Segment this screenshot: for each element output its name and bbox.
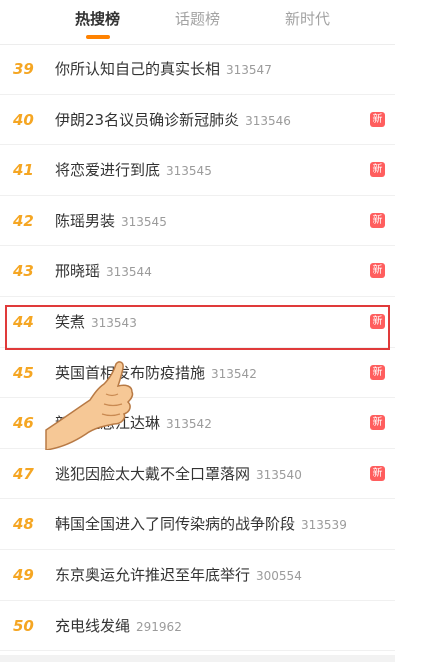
item-title-text: 韩国全国进入了同传染病的战争阶段 — [55, 515, 296, 534]
list-item[interactable]: 41 将恋爱进行到底 313545 新 — [0, 145, 395, 196]
item-title: 东京奥运允许推迟至年底举行 300554 — [55, 550, 302, 601]
tab-topics[interactable]: 话题榜 — [175, 8, 220, 29]
item-title: 充电线发绳 291962 — [55, 601, 182, 652]
heat-count: 300554 — [256, 568, 302, 583]
list-item[interactable]: 46 新黛拉怼江达琳 313542 新 — [0, 398, 395, 449]
item-title: 逃犯因脸太大戴不全口罩落网 313540 — [55, 449, 302, 500]
heat-count: 313545 — [121, 214, 167, 229]
new-badge: 新 — [370, 465, 385, 481]
rank-number: 41 — [13, 161, 34, 180]
item-title-text: 伊朗23名议员确诊新冠肺炎 — [55, 110, 240, 129]
heat-count: 291962 — [136, 619, 182, 634]
rank-number: 48 — [13, 515, 34, 534]
new-badge: 新 — [370, 111, 385, 127]
new-badge: 新 — [370, 415, 385, 431]
rank-number: 39 — [13, 60, 34, 78]
list-item[interactable]: 39 你所认知自己的真实长相 313547 — [0, 44, 395, 95]
rank-number: 47 — [13, 464, 34, 483]
item-title-text: 笑煮 — [55, 312, 86, 331]
active-tab-indicator — [86, 35, 110, 39]
rank-number: 49 — [13, 565, 34, 584]
rank-number: 46 — [13, 414, 34, 433]
rank-number: 40 — [13, 110, 34, 129]
item-title-text: 你所认知自己的真实长相 — [55, 60, 221, 78]
rank-number: 44 — [13, 312, 34, 331]
tab-hot-search[interactable]: 热搜榜 — [75, 8, 120, 29]
rank-number: 43 — [13, 262, 34, 281]
item-title: 笑煮 313543 — [55, 297, 137, 348]
item-title-text: 陈瑶男装 — [55, 211, 116, 230]
item-title-text: 邢晓瑶 — [55, 262, 101, 281]
item-title: 将恋爱进行到底 313545 — [55, 145, 212, 196]
tab-bar: 热搜榜 话题榜 新时代 — [0, 0, 395, 45]
item-title-text: 东京奥运允许推迟至年底举行 — [55, 565, 251, 584]
item-title: 伊朗23名议员确诊新冠肺炎 313546 — [55, 95, 291, 146]
list-item[interactable]: 50 充电线发绳 291962 — [0, 601, 395, 652]
list-item[interactable]: 42 陈瑶男装 313545 新 — [0, 196, 395, 247]
new-badge: 新 — [370, 212, 385, 228]
heat-count: 313546 — [245, 113, 291, 128]
bottom-divider — [0, 655, 395, 662]
item-title-text: 将恋爱进行到底 — [55, 161, 161, 180]
heat-count: 313544 — [106, 265, 152, 280]
hot-search-list: 39 你所认知自己的真实长相 313547 40 伊朗23名议员确诊新冠肺炎 313… — [0, 44, 395, 652]
heat-count: 313543 — [91, 315, 137, 330]
item-title: 邢晓瑶 313544 — [55, 246, 152, 297]
list-item[interactable]: 49 东京奥运允许推迟至年底举行 300554 — [0, 550, 395, 601]
item-title: 你所认知自己的真实长相 313547 — [55, 44, 272, 95]
item-title-text: 英国首相发布防疫措施 — [55, 363, 206, 382]
item-title: 陈瑶男装 313545 — [55, 196, 167, 247]
item-title: 英国首相发布防疫措施 313542 — [55, 348, 257, 399]
list-item[interactable]: 40 伊朗23名议员确诊新冠肺炎 313546 新 — [0, 95, 395, 146]
list-item[interactable]: 47 逃犯因脸太大戴不全口罩落网 313540 新 — [0, 449, 395, 500]
list-item[interactable]: 44 笑煮 313543 新 — [0, 297, 395, 348]
heat-count: 313542 — [211, 366, 257, 381]
rank-number: 45 — [13, 363, 34, 382]
new-badge: 新 — [370, 162, 385, 178]
item-title: 新黛拉怼江达琳 313542 — [55, 398, 212, 449]
heat-count: 313547 — [226, 63, 272, 77]
rank-number: 50 — [13, 616, 34, 635]
new-badge: 新 — [370, 364, 385, 380]
heat-count: 313540 — [256, 467, 302, 482]
right-margin — [395, 0, 427, 662]
new-badge: 新 — [370, 313, 385, 329]
list-item[interactable]: 48 韩国全国进入了同传染病的战争阶段 313539 — [0, 499, 395, 550]
item-title-text: 充电线发绳 — [55, 616, 131, 635]
heat-count: 313539 — [301, 518, 347, 533]
new-badge: 新 — [370, 263, 385, 279]
rank-number: 42 — [13, 211, 34, 230]
item-title: 韩国全国进入了同传染病的战争阶段 313539 — [55, 499, 347, 550]
item-title-text: 逃犯因脸太大戴不全口罩落网 — [55, 464, 251, 483]
item-title-text: 新黛拉怼江达琳 — [55, 414, 161, 433]
tab-new-era[interactable]: 新时代 — [285, 8, 330, 29]
list-item[interactable]: 43 邢晓瑶 313544 新 — [0, 246, 395, 297]
heat-count: 313542 — [166, 417, 212, 432]
list-item[interactable]: 45 英国首相发布防疫措施 313542 新 — [0, 348, 395, 399]
heat-count: 313545 — [166, 164, 212, 179]
